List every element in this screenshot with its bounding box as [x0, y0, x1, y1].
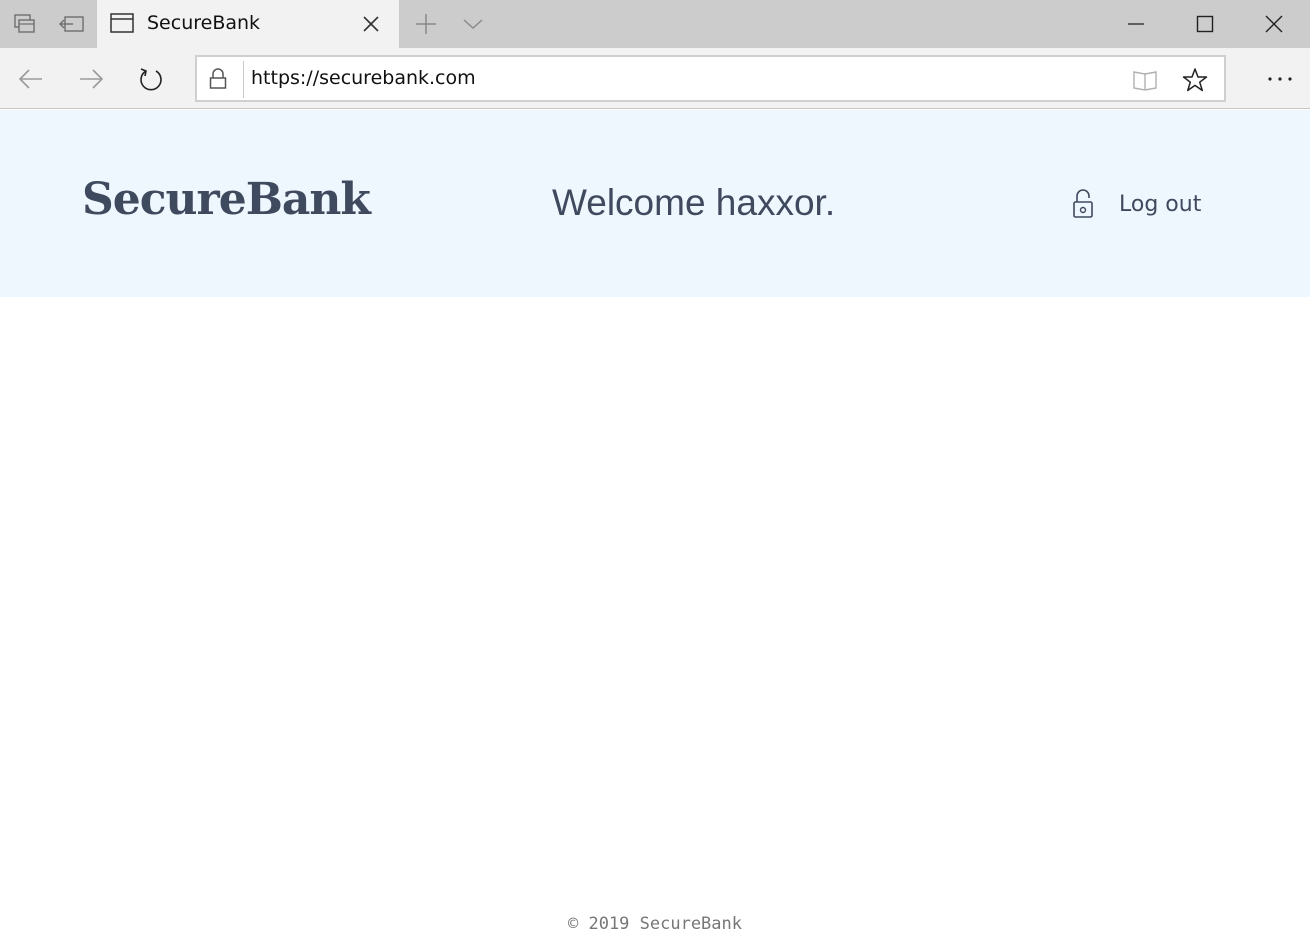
back-button[interactable]: [14, 48, 48, 109]
address-bar-divider: [243, 61, 244, 98]
close-icon: [363, 16, 379, 32]
star-icon: [1182, 68, 1208, 92]
tab-list-button[interactable]: [457, 0, 489, 48]
plus-icon: [416, 14, 436, 34]
refresh-button[interactable]: [134, 48, 168, 109]
set-aside-tabs-button[interactable]: [55, 0, 89, 48]
lock-icon: [209, 68, 227, 95]
chevron-down-icon: [463, 19, 483, 30]
logout-label: Log out: [1119, 191, 1202, 217]
set-aside-tabs-icon: [59, 16, 84, 32]
forward-button[interactable]: [74, 48, 108, 109]
site-header: SecureBank Welcome haxxor. Log out: [0, 110, 1310, 297]
maximize-button[interactable]: [1181, 0, 1229, 48]
browser-tab[interactable]: SecureBank: [97, 0, 399, 48]
reading-view-button[interactable]: [1131, 66, 1159, 94]
tab-preview-icon: [14, 14, 35, 33]
footer-copyright: © 2019 SecureBank: [568, 914, 742, 934]
welcome-message: Welcome haxxor.: [552, 182, 836, 223]
site-logo[interactable]: SecureBank: [82, 174, 371, 225]
maximize-icon: [1196, 15, 1214, 33]
refresh-icon: [140, 67, 162, 90]
tab-title: SecureBank: [147, 12, 261, 34]
page-icon: [110, 13, 134, 33]
address-bar[interactable]: https://securebank.com: [195, 55, 1226, 102]
tab-preview-button[interactable]: [8, 0, 42, 48]
arrow-right-icon: [80, 68, 104, 89]
minimize-button[interactable]: [1112, 0, 1160, 48]
ellipsis-icon: [1268, 76, 1292, 81]
book-icon: [1133, 71, 1157, 91]
close-window-button[interactable]: [1250, 0, 1298, 48]
more-button[interactable]: [1262, 48, 1298, 109]
logout-button[interactable]: Log out: [1070, 186, 1201, 222]
browser-title-bar: SecureBank: [0, 0, 1310, 48]
minimize-icon: [1128, 23, 1144, 25]
close-icon: [1265, 15, 1283, 33]
favorite-button[interactable]: [1181, 66, 1209, 94]
url-text[interactable]: https://securebank.com: [251, 67, 476, 89]
close-tab-button[interactable]: [359, 12, 383, 36]
browser-nav-bar: https://securebank.com: [0, 48, 1310, 109]
new-tab-button[interactable]: [410, 0, 442, 48]
unlock-icon: [1070, 189, 1096, 219]
arrow-left-icon: [18, 68, 42, 89]
